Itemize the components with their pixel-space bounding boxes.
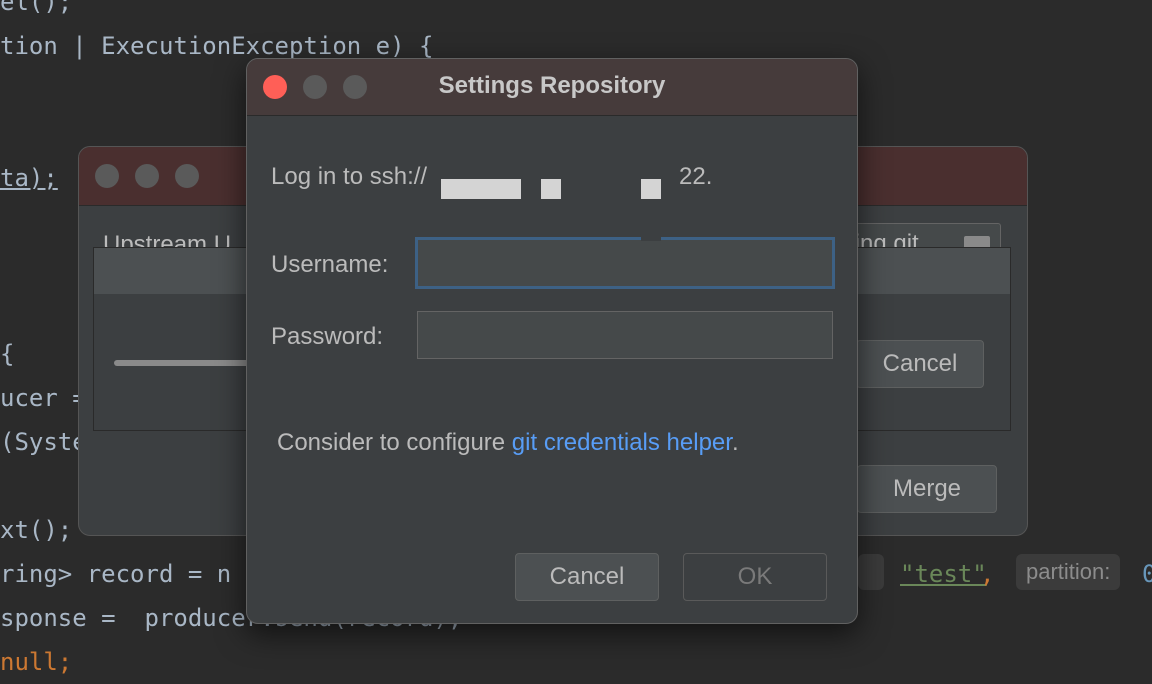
- redacted-host: [641, 235, 661, 241]
- git-credentials-helper-link[interactable]: git credentials helper: [512, 429, 732, 456]
- code-number: 0: [1142, 560, 1152, 588]
- dialog-titlebar: Settings Repository: [247, 59, 857, 116]
- login-prefix: Log in to ssh://: [271, 163, 428, 190]
- code-line: ring> record = n: [0, 560, 232, 588]
- parameter-hint: [858, 554, 884, 590]
- credentials-hint-end: .: [731, 429, 739, 456]
- dialog-title: Settings Repository: [438, 72, 666, 99]
- redacted-host: [641, 179, 661, 199]
- credentials-hint: Consider to configure git credentials he…: [277, 429, 739, 457]
- login-suffix: 22.: [679, 163, 713, 190]
- code-line: (Syste: [0, 428, 87, 456]
- credentials-hint-text: Consider to configure: [277, 429, 512, 456]
- settings-repository-dialog: Settings Repository Log in to ssh:// 22.…: [246, 58, 858, 624]
- ok-button[interactable]: OK: [683, 553, 827, 601]
- progress-cancel-button[interactable]: Cancel: [856, 340, 984, 388]
- cancel-button[interactable]: Cancel: [515, 553, 659, 601]
- zoom-icon[interactable]: [175, 164, 199, 188]
- code-punctuation: ,: [980, 560, 995, 588]
- redacted-host: [441, 179, 521, 199]
- username-label: Username:: [271, 251, 389, 278]
- code-line: ucer =: [0, 384, 87, 412]
- password-label: Password:: [271, 323, 384, 350]
- code-line: ta);: [0, 164, 58, 192]
- code-line: null;: [0, 648, 73, 676]
- code-line: xt();: [0, 516, 73, 544]
- string-literal: "test": [900, 560, 987, 588]
- password-input[interactable]: [417, 311, 833, 359]
- minimize-icon[interactable]: [135, 164, 159, 188]
- redacted-host: [541, 179, 561, 199]
- code-line: tion | ExecutionException e) {: [0, 32, 434, 60]
- close-icon[interactable]: [95, 164, 119, 188]
- merge-button[interactable]: Merge: [857, 465, 997, 513]
- parameter-hint-partition: partition:: [1016, 554, 1121, 590]
- code-line: {: [0, 340, 15, 368]
- username-input[interactable]: [415, 237, 835, 289]
- code-line: el();: [0, 0, 73, 16]
